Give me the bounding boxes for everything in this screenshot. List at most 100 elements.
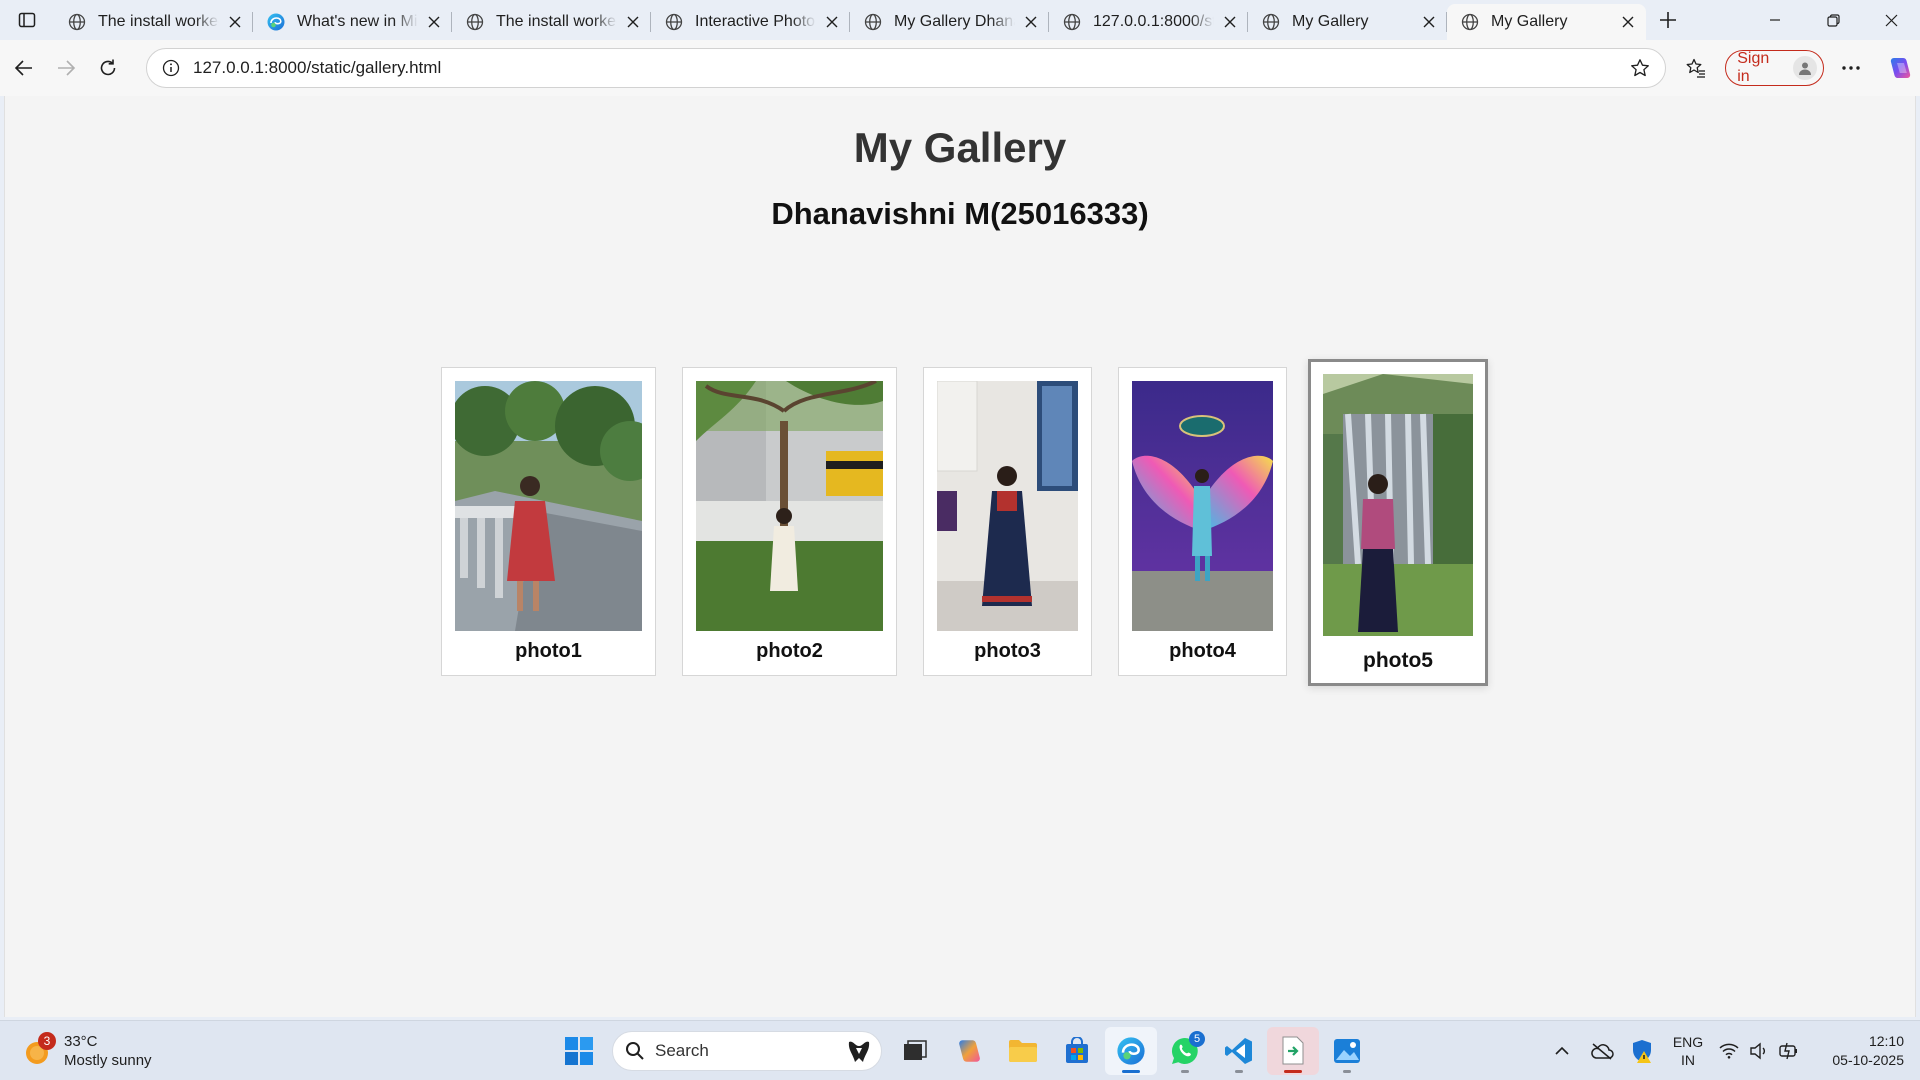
globe-icon — [1459, 11, 1481, 33]
tab-8-active[interactable]: My Gallery — [1447, 4, 1646, 40]
microsoft-store-app[interactable] — [1051, 1027, 1103, 1075]
globe-icon — [464, 11, 486, 33]
back-button[interactable] — [6, 50, 42, 86]
close-window-button[interactable] — [1862, 0, 1920, 40]
url-text: 127.0.0.1:8000/static/gallery.html — [193, 58, 442, 77]
tab-5[interactable]: My Gallery Dhanavishni — [850, 4, 1049, 40]
photo-card-5[interactable]: photo5 — [1308, 359, 1488, 686]
sign-in-button[interactable]: Sign in — [1725, 50, 1824, 86]
page-title: My Gallery — [853, 124, 1067, 171]
photo-caption: photo5 — [1363, 649, 1433, 672]
tab-1[interactable]: The install worked successfully! Congrat… — [54, 4, 253, 40]
running-indicator — [1181, 1070, 1189, 1073]
clock-time: 12:10 — [1868, 1033, 1904, 1049]
favorite-star-icon[interactable] — [1625, 53, 1655, 83]
search-icon — [626, 1042, 644, 1060]
notes-app[interactable] — [1267, 1027, 1319, 1075]
taskbar-search[interactable]: Search — [612, 1031, 882, 1071]
task-view-icon — [904, 1040, 927, 1060]
close-icon[interactable] — [623, 12, 643, 32]
photo-gallery: photo1 photo2 photo3 photo4 photo5 — [5, 264, 1915, 686]
photo-card-3[interactable]: photo3 — [923, 367, 1092, 676]
close-icon[interactable] — [1618, 12, 1638, 32]
globe-icon — [66, 11, 88, 33]
arrow-left-icon — [14, 60, 32, 76]
edge-app[interactable] — [1105, 1027, 1157, 1075]
system-tray: ENG IN 12:10 05-10-2025 — [1542, 1021, 1920, 1080]
language-line2: IN — [1681, 1052, 1695, 1068]
photo-image-2 — [696, 381, 883, 631]
clock-date: 05-10-2025 — [1832, 1052, 1904, 1068]
tab-3[interactable]: The install worked successfully! Congrat… — [452, 4, 651, 40]
new-tab-button[interactable] — [1648, 0, 1688, 40]
favorites-button[interactable] — [1676, 48, 1715, 88]
volume-button[interactable] — [1744, 1031, 1774, 1071]
cloud-offline-icon — [1591, 1043, 1614, 1060]
photo-card-2[interactable]: photo2 — [682, 367, 897, 676]
tab-title: My Gallery Dhanavishni — [894, 13, 1015, 30]
tab-4[interactable]: Interactive Photo Gallery — [651, 4, 850, 40]
running-indicator — [1343, 1070, 1351, 1073]
running-indicator — [1284, 1070, 1302, 1073]
forward-button[interactable] — [48, 50, 84, 86]
globe-icon — [862, 11, 884, 33]
minimize-button[interactable] — [1746, 0, 1804, 40]
more-options-button[interactable] — [1832, 48, 1871, 88]
close-icon — [1885, 14, 1897, 26]
weather-condition: Mostly sunny — [64, 1052, 152, 1069]
onedrive-button[interactable] — [1582, 1031, 1622, 1071]
clock[interactable]: 12:10 05-10-2025 — [1804, 1032, 1904, 1070]
close-icon[interactable] — [1419, 12, 1439, 32]
language-indicator[interactable]: ENG IN — [1662, 1033, 1714, 1069]
restore-button[interactable] — [1804, 0, 1862, 40]
tab-title: My Gallery — [1292, 13, 1369, 30]
start-button[interactable] — [553, 1027, 605, 1075]
copilot-app[interactable] — [943, 1027, 995, 1075]
tab-2[interactable]: What's new in Microsoft Edge — [253, 4, 452, 40]
tab-actions-button[interactable] — [0, 0, 54, 40]
copilot-button[interactable] — [1881, 48, 1920, 88]
tab-list: The install worked successfully! Congrat… — [54, 0, 1646, 40]
tab-title: The install worked successfully! Congrat… — [496, 13, 617, 30]
tab-6[interactable]: 127.0.0.1:8000/static/gallery.html — [1049, 4, 1248, 40]
vscode-app[interactable] — [1213, 1027, 1265, 1075]
search-highlight-icon — [843, 1036, 875, 1068]
show-hidden-icons-button[interactable] — [1542, 1031, 1582, 1071]
close-icon[interactable] — [1021, 12, 1041, 32]
security-button[interactable] — [1622, 1031, 1662, 1071]
close-icon[interactable] — [822, 12, 842, 32]
document-arrow-icon — [1282, 1036, 1304, 1065]
photo-image-5 — [1323, 374, 1473, 636]
address-bar[interactable]: 127.0.0.1:8000/static/gallery.html — [146, 48, 1666, 88]
whatsapp-badge: 5 — [1189, 1031, 1205, 1047]
photo-caption: photo1 — [515, 640, 582, 662]
close-icon[interactable] — [424, 12, 444, 32]
page-viewport[interactable]: My Gallery Dhanavishni M(25016333) photo… — [4, 96, 1916, 1017]
info-icon[interactable] — [161, 58, 181, 78]
weather-widget[interactable]: 3 33°C Mostly sunny — [24, 1029, 152, 1073]
copilot-icon — [959, 1040, 980, 1062]
tab-title: My Gallery — [1491, 13, 1568, 30]
plus-icon — [1660, 12, 1676, 28]
photo-card-4[interactable]: photo4 — [1118, 367, 1287, 676]
whatsapp-app[interactable]: 5 — [1159, 1027, 1211, 1075]
edge-icon — [265, 11, 287, 33]
file-explorer-app[interactable] — [997, 1027, 1049, 1075]
close-icon[interactable] — [225, 12, 245, 32]
copilot-icon — [1891, 58, 1911, 78]
battery-button[interactable] — [1774, 1031, 1804, 1071]
avatar-icon — [1793, 56, 1817, 80]
tab-title: 127.0.0.1:8000/static/gallery.html — [1093, 13, 1214, 30]
network-button[interactable] — [1714, 1031, 1744, 1071]
search-label: Search — [655, 1041, 709, 1060]
refresh-button[interactable] — [90, 50, 126, 86]
tab-7[interactable]: My Gallery — [1248, 4, 1447, 40]
photos-app[interactable] — [1321, 1027, 1373, 1075]
close-icon[interactable] — [1220, 12, 1240, 32]
running-indicator — [1122, 1070, 1140, 1073]
task-view-button[interactable] — [889, 1027, 941, 1075]
favorites-icon — [1686, 58, 1705, 78]
photo-card-1[interactable]: photo1 — [441, 367, 656, 676]
minimize-icon — [1770, 19, 1780, 21]
tab-actions-icon — [18, 12, 36, 28]
